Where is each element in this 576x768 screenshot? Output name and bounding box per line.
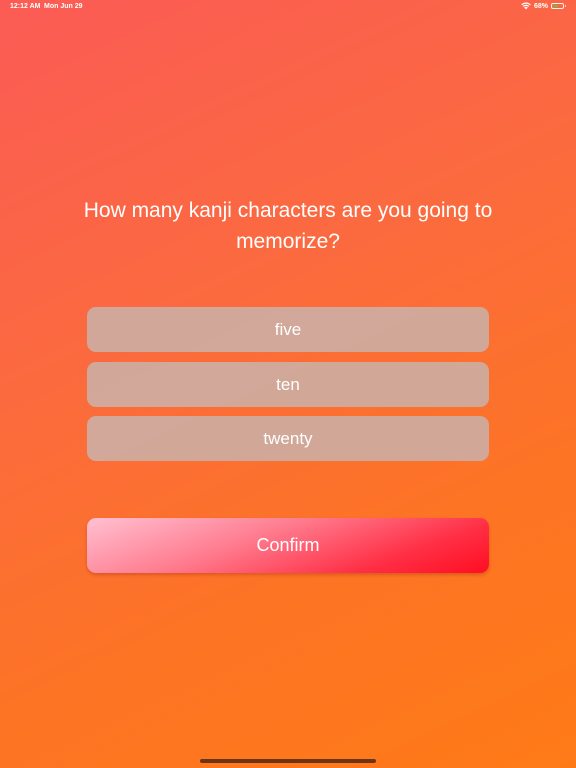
battery-icon — [551, 3, 566, 9]
battery-fill — [553, 5, 559, 7]
wifi-icon — [521, 2, 531, 10]
battery-cap — [564, 5, 566, 7]
screen: 12:12 AM Mon Jun 29 68% How many kanji c… — [0, 0, 576, 768]
question-title: How many kanji characters are you going … — [83, 199, 493, 253]
home-indicator[interactable] — [200, 759, 376, 763]
status-date: Mon Jun 29 — [44, 3, 83, 10]
battery-percent: 68% — [533, 2, 548, 10]
confirm-button[interactable]: Confirm — [87, 518, 489, 573]
option-ten-button[interactable]: ten — [87, 362, 489, 407]
status-right: 68% — [521, 2, 566, 10]
option-five-button[interactable]: five — [87, 307, 489, 352]
status-bar: 12:12 AM Mon Jun 29 68% — [0, 0, 576, 16]
option-twenty-button[interactable]: twenty — [87, 416, 489, 461]
status-time: 12:12 AM — [10, 3, 41, 10]
